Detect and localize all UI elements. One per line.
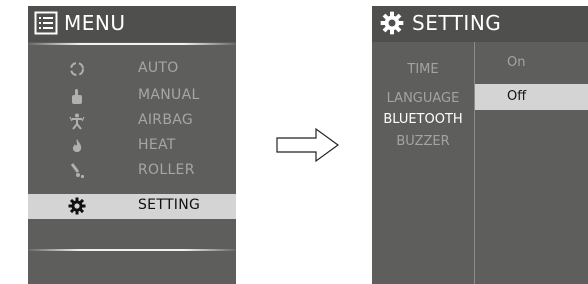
option-label: Off	[507, 89, 527, 104]
menu-item-airbag[interactable]: AIRBAG	[28, 109, 236, 134]
menu-item-label: SETTING	[138, 197, 201, 213]
menu-item-label: AUTO	[138, 60, 179, 76]
menu-item-manual[interactable]: MANUAL	[28, 84, 236, 109]
menu-item-setting[interactable]: SETTING	[28, 194, 236, 219]
menu-item-roller[interactable]: ROLLER	[28, 159, 236, 184]
hand-icon	[68, 87, 86, 105]
menu-header: MENU	[28, 6, 236, 42]
menu-item-auto[interactable]: AUTO	[28, 57, 236, 82]
menu-title: MENU	[64, 11, 126, 35]
roller-icon	[68, 162, 86, 180]
flame-icon	[68, 137, 86, 155]
setting-item-buzzer[interactable]: BUZZER	[372, 134, 474, 149]
option-on[interactable]: On	[475, 50, 588, 76]
option-off[interactable]: Off	[475, 84, 588, 110]
menu-item-label: AIRBAG	[138, 112, 194, 128]
menu-item-label: MANUAL	[138, 87, 200, 103]
menu-list-icon	[34, 11, 58, 39]
menu-item-label: ROLLER	[138, 162, 195, 178]
setting-screen: SETTING TIME LANGUAGE BLUETOOTH BUZZER O…	[372, 6, 588, 284]
gear-icon	[68, 197, 86, 215]
setting-item-bluetooth[interactable]: BLUETOOTH	[372, 112, 474, 127]
setting-title: SETTING	[412, 11, 502, 35]
footer-divider	[28, 249, 236, 251]
auto-cycle-icon	[68, 60, 86, 78]
option-label: On	[507, 55, 526, 70]
setting-item-time[interactable]: TIME	[372, 62, 474, 77]
menu-item-label: HEAT	[138, 137, 176, 153]
header-divider	[28, 43, 236, 45]
setting-header: SETTING	[372, 6, 588, 42]
airbag-person-icon	[68, 112, 86, 130]
right-arrow-icon	[276, 127, 340, 167]
menu-screen: MENU AUTO MANUAL AIRBAG HEAT ROLLER SETT…	[28, 6, 236, 284]
setting-item-language[interactable]: LANGUAGE	[372, 91, 474, 106]
column-divider	[474, 42, 475, 284]
gear-icon	[380, 11, 404, 39]
menu-item-heat[interactable]: HEAT	[28, 134, 236, 159]
